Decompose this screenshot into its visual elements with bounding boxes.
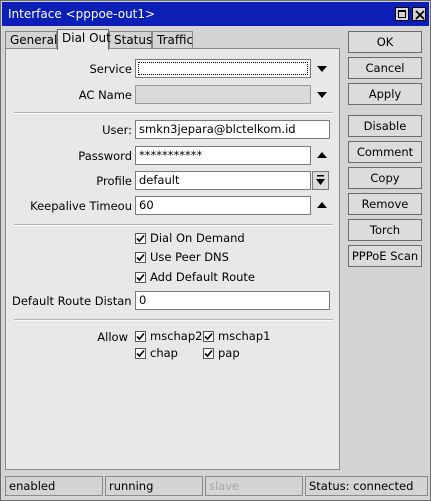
ac-name-dropdown-icon[interactable] xyxy=(316,89,328,101)
ac-name-label: AC Name xyxy=(78,88,132,102)
password-collapse-icon[interactable] xyxy=(316,149,328,161)
service-dropdown-icon[interactable] xyxy=(316,63,328,75)
keepalive-label: Keepalive Timeou xyxy=(30,199,132,213)
allow-chap-checkbox[interactable] xyxy=(135,348,146,359)
disable-button[interactable]: Disable xyxy=(348,115,422,137)
separator xyxy=(14,319,333,321)
status-running: running xyxy=(105,476,203,496)
allow-mschap2-label: mschap2 xyxy=(150,329,203,343)
allow-pap-checkbox[interactable] xyxy=(203,348,214,359)
dial-out-panel: Service AC Name User: smkn3jepara@blctel… xyxy=(5,48,340,470)
keepalive-input[interactable]: 60 xyxy=(135,196,311,215)
password-label: Password xyxy=(78,149,132,163)
use-peer-dns-checkbox[interactable] xyxy=(135,252,146,263)
check-icon xyxy=(136,349,145,358)
check-icon xyxy=(204,349,213,358)
allow-chap-label: chap xyxy=(150,346,178,360)
status-bar: enabled running slave Status: connected xyxy=(5,476,428,496)
profile-select[interactable]: default xyxy=(135,171,311,190)
check-icon xyxy=(136,332,145,341)
check-icon xyxy=(136,234,145,243)
maximize-icon xyxy=(398,10,406,18)
cancel-button[interactable]: Cancel xyxy=(348,57,422,79)
profile-dropdown-button[interactable] xyxy=(312,171,329,190)
status-slave: slave xyxy=(205,476,303,496)
comment-button[interactable]: Comment xyxy=(348,141,422,163)
check-icon xyxy=(136,253,145,262)
remove-button[interactable]: Remove xyxy=(348,193,422,215)
tab-dial-out[interactable]: Dial Out xyxy=(57,29,111,50)
allow-label: Allow xyxy=(97,330,128,344)
ac-name-field[interactable] xyxy=(135,85,311,104)
allow-mschap2-checkbox[interactable] xyxy=(135,331,146,342)
add-default-route-checkbox[interactable] xyxy=(135,272,146,283)
close-button[interactable] xyxy=(412,7,426,21)
check-icon xyxy=(204,332,213,341)
service-select[interactable] xyxy=(135,59,311,78)
window-title: Interface <pppoe-out1> xyxy=(8,7,156,21)
user-input[interactable]: smkn3jepara@blctelkom.id xyxy=(135,120,330,139)
apply-button[interactable]: Apply xyxy=(348,83,422,105)
separator xyxy=(14,224,333,226)
dial-on-demand-label: Dial On Demand xyxy=(150,231,245,245)
profile-label: Profile xyxy=(96,174,132,188)
check-icon xyxy=(136,273,145,282)
pppoe-scan-button[interactable]: PPPoE Scan xyxy=(348,245,422,267)
use-peer-dns-label: Use Peer DNS xyxy=(150,250,229,264)
title-bar[interactable]: Interface <pppoe-out1> xyxy=(2,2,429,26)
allow-mschap1-label: mschap1 xyxy=(218,329,271,343)
maximize-button[interactable] xyxy=(395,7,409,21)
password-input[interactable]: *********** xyxy=(135,146,311,165)
focus-outline xyxy=(138,62,308,75)
user-label: User: xyxy=(102,123,132,137)
separator xyxy=(14,112,333,114)
status-connection: Status: connected xyxy=(305,476,428,496)
dropdown-icon xyxy=(316,175,325,185)
interface-dialog: Interface <pppoe-out1> General Dial Out … xyxy=(0,0,431,501)
default-route-distance-label: Default Route Distanc xyxy=(12,294,132,308)
service-label: Service xyxy=(89,62,132,76)
dial-on-demand-checkbox[interactable] xyxy=(135,233,146,244)
allow-mschap1-checkbox[interactable] xyxy=(203,331,214,342)
status-enabled: enabled xyxy=(5,476,103,496)
torch-button[interactable]: Torch xyxy=(348,219,422,241)
close-icon xyxy=(415,10,425,20)
allow-pap-label: pap xyxy=(218,346,240,360)
default-route-distance-input[interactable]: 0 xyxy=(135,291,330,310)
keepalive-collapse-icon[interactable] xyxy=(316,199,328,211)
add-default-route-label: Add Default Route xyxy=(150,270,255,284)
copy-button[interactable]: Copy xyxy=(348,167,422,189)
ok-button[interactable]: OK xyxy=(348,31,422,53)
